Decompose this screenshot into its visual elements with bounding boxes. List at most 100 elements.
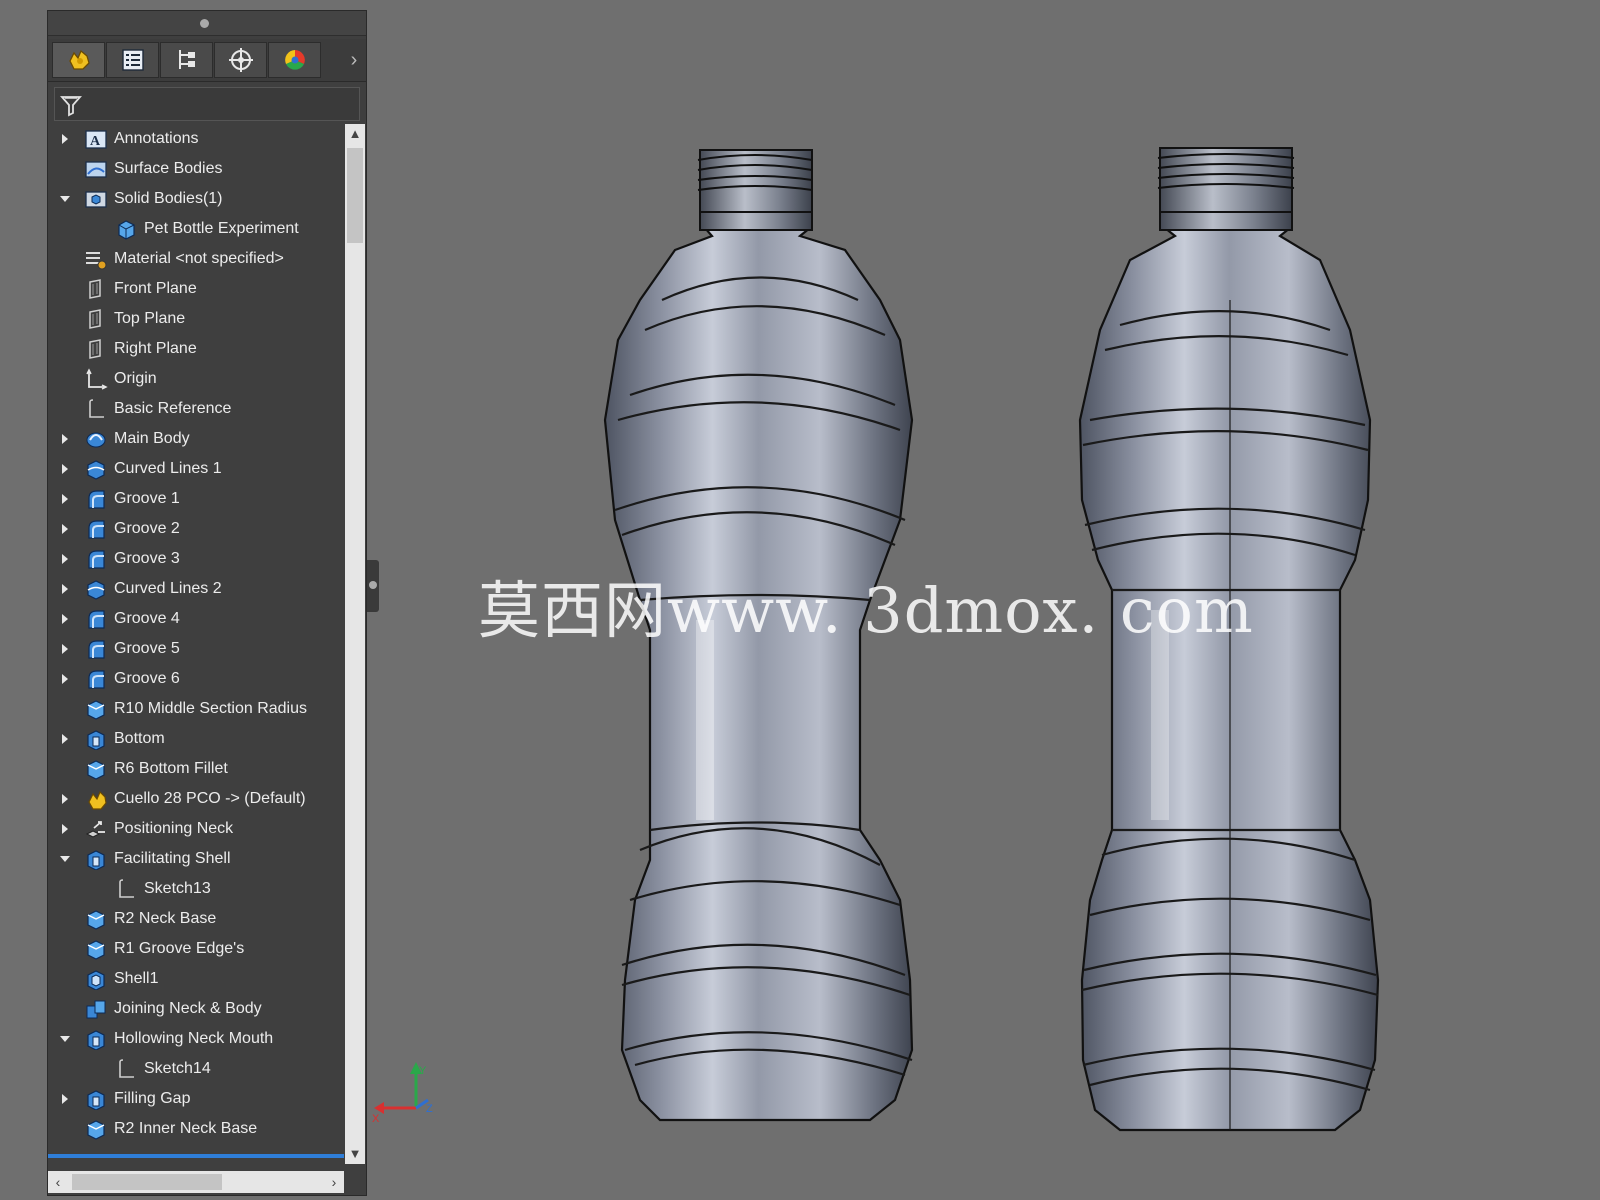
fillet-icon xyxy=(84,758,108,780)
horizontal-scrollbar[interactable]: ‹ › xyxy=(48,1171,344,1193)
tree-item[interactable]: Hollowing Neck Mouth xyxy=(48,1024,344,1054)
tree-item[interactable]: R1 Groove Edge's xyxy=(48,934,344,964)
tab-feature-manager[interactable] xyxy=(52,42,105,78)
extrude-cut-icon xyxy=(84,848,108,871)
tree-item-label: Surface Bodies xyxy=(114,160,223,177)
plane-icon xyxy=(84,338,108,360)
tree-item-label: Groove 1 xyxy=(114,490,180,507)
tree-item[interactable]: Groove 6 xyxy=(48,664,344,694)
expand-arrow-right-icon[interactable] xyxy=(58,611,72,627)
scroll-left-icon[interactable]: ‹ xyxy=(48,1171,68,1193)
tree-filter-input[interactable] xyxy=(54,87,360,121)
fillet-icon xyxy=(84,1118,108,1140)
expand-arrow-right-icon[interactable] xyxy=(58,131,72,147)
tree-item[interactable]: Positioning Neck xyxy=(48,814,344,844)
tree-item-label: Hollowing Neck Mouth xyxy=(114,1030,274,1047)
scroll-right-icon[interactable]: › xyxy=(324,1171,344,1193)
expand-arrow-right-icon[interactable] xyxy=(58,551,72,567)
solid-body-icon xyxy=(114,218,138,240)
horizontal-scroll-thumb[interactable] xyxy=(72,1174,222,1190)
tree-item[interactable]: Groove 3 xyxy=(48,544,344,574)
tree-item[interactable]: Surface Bodies xyxy=(48,154,344,184)
graphics-viewport[interactable]: 莫西网www. 3dmox. com xyxy=(380,0,1600,1200)
tree-item[interactable]: Groove 4 xyxy=(48,604,344,634)
tree-item[interactable]: Filling Gap xyxy=(48,1084,344,1114)
tab-dimxpert-manager[interactable] xyxy=(214,42,267,78)
expand-arrow-right-icon[interactable] xyxy=(58,641,72,657)
watermark-text: 莫西网www. 3dmox. com xyxy=(478,574,1254,647)
tree-item-label: R2 Inner Neck Base xyxy=(114,1120,258,1137)
tree-item[interactable]: Facilitating Shell xyxy=(48,844,344,874)
expand-arrow-right-icon[interactable] xyxy=(58,431,72,447)
tree-item[interactable]: Front Plane xyxy=(48,274,344,304)
tree-item-label: Facilitating Shell xyxy=(114,850,231,867)
tree-item-label: Basic Reference xyxy=(114,400,232,417)
tree-item[interactable]: Material <not specified> xyxy=(48,244,344,274)
tree-item-label: Curved Lines 1 xyxy=(114,460,222,477)
expand-arrow-down-icon[interactable] xyxy=(58,1031,72,1047)
tree-item[interactable]: Joining Neck & Body xyxy=(48,994,344,1024)
tab-configuration-manager[interactable] xyxy=(160,42,213,78)
manager-tabs: › xyxy=(48,39,366,82)
tree-item[interactable]: Right Plane xyxy=(48,334,344,364)
expand-arrow-down-icon[interactable] xyxy=(58,191,72,207)
triad-x-label: X xyxy=(372,1113,380,1125)
tree-item[interactable]: Curved Lines 2 xyxy=(48,574,344,604)
expand-arrow-right-icon[interactable] xyxy=(58,791,72,807)
tab-display-manager[interactable] xyxy=(268,42,321,78)
expand-arrow-right-icon[interactable] xyxy=(58,1091,72,1107)
vertical-scroll-thumb[interactable] xyxy=(347,148,363,243)
shell-icon xyxy=(84,968,108,991)
tree-item-label: R6 Bottom Fillet xyxy=(114,760,228,777)
expand-arrow-right-icon[interactable] xyxy=(58,581,72,597)
filter-icon[interactable] xyxy=(59,93,83,117)
tree-item[interactable]: Main Body xyxy=(48,424,344,454)
expand-arrow-right-icon[interactable] xyxy=(58,491,72,507)
rollback-bar[interactable] xyxy=(48,1154,344,1158)
tab-property-manager[interactable] xyxy=(106,42,159,78)
tree-item-label: Curved Lines 2 xyxy=(114,580,222,597)
tree-item[interactable]: R10 Middle Section Radius xyxy=(48,694,344,724)
tree-item[interactable]: Sketch14 xyxy=(48,1054,344,1084)
vertical-scrollbar[interactable]: ▲ ▼ xyxy=(345,124,365,1164)
tree-item-label: R2 Neck Base xyxy=(114,910,217,927)
tree-item[interactable]: Sketch13 xyxy=(48,874,344,904)
sketch-icon xyxy=(84,398,108,420)
material-icon xyxy=(84,248,108,270)
expand-arrow-right-icon[interactable] xyxy=(58,821,72,837)
split-line-icon xyxy=(84,578,108,600)
panel-splitter[interactable] xyxy=(367,560,379,612)
tree-item[interactable]: Groove 5 xyxy=(48,634,344,664)
expand-arrow-right-icon[interactable] xyxy=(58,731,72,747)
tree-item[interactable]: Basic Reference xyxy=(48,394,344,424)
scroll-up-icon[interactable]: ▲ xyxy=(345,124,365,144)
expand-arrow-down-icon[interactable] xyxy=(58,851,72,867)
tree-item[interactable]: Origin xyxy=(48,364,344,394)
tree-item[interactable]: Shell1 xyxy=(48,964,344,994)
tree-item-label: Annotations xyxy=(114,130,199,147)
tree-item[interactable]: Pet Bottle Experiment xyxy=(48,214,344,244)
tree-item[interactable]: Cuello 28 PCO -> (Default) xyxy=(48,784,344,814)
tree-item-label: Main Body xyxy=(114,430,190,447)
expand-arrow-right-icon[interactable] xyxy=(58,461,72,477)
tree-item[interactable]: Curved Lines 1 xyxy=(48,454,344,484)
groove-icon xyxy=(84,488,108,510)
scroll-down-icon[interactable]: ▼ xyxy=(345,1144,365,1164)
tree-item[interactable]: Bottom xyxy=(48,724,344,754)
tree-item[interactable]: Groove 1 xyxy=(48,484,344,514)
tree-item[interactable]: Top Plane xyxy=(48,304,344,334)
tree-item[interactable]: Groove 2 xyxy=(48,514,344,544)
tree-item-label: Sketch13 xyxy=(144,880,211,897)
more-tabs-chevron-icon[interactable]: › xyxy=(344,49,364,71)
panel-grip[interactable] xyxy=(48,11,366,36)
tree-item[interactable]: R2 Inner Neck Base xyxy=(48,1114,344,1144)
tree-item-label: Cuello 28 PCO -> (Default) xyxy=(114,790,306,807)
tree-item[interactable]: R6 Bottom Fillet xyxy=(48,754,344,784)
tree-item[interactable]: R2 Neck Base xyxy=(48,904,344,934)
expand-arrow-right-icon[interactable] xyxy=(58,671,72,687)
expand-arrow-right-icon[interactable] xyxy=(58,521,72,537)
plane-icon xyxy=(84,278,108,300)
tree-item[interactable]: Solid Bodies(1) xyxy=(48,184,344,214)
tree-item-label: Positioning Neck xyxy=(114,820,234,837)
tree-item[interactable]: A Annotations xyxy=(48,124,344,154)
